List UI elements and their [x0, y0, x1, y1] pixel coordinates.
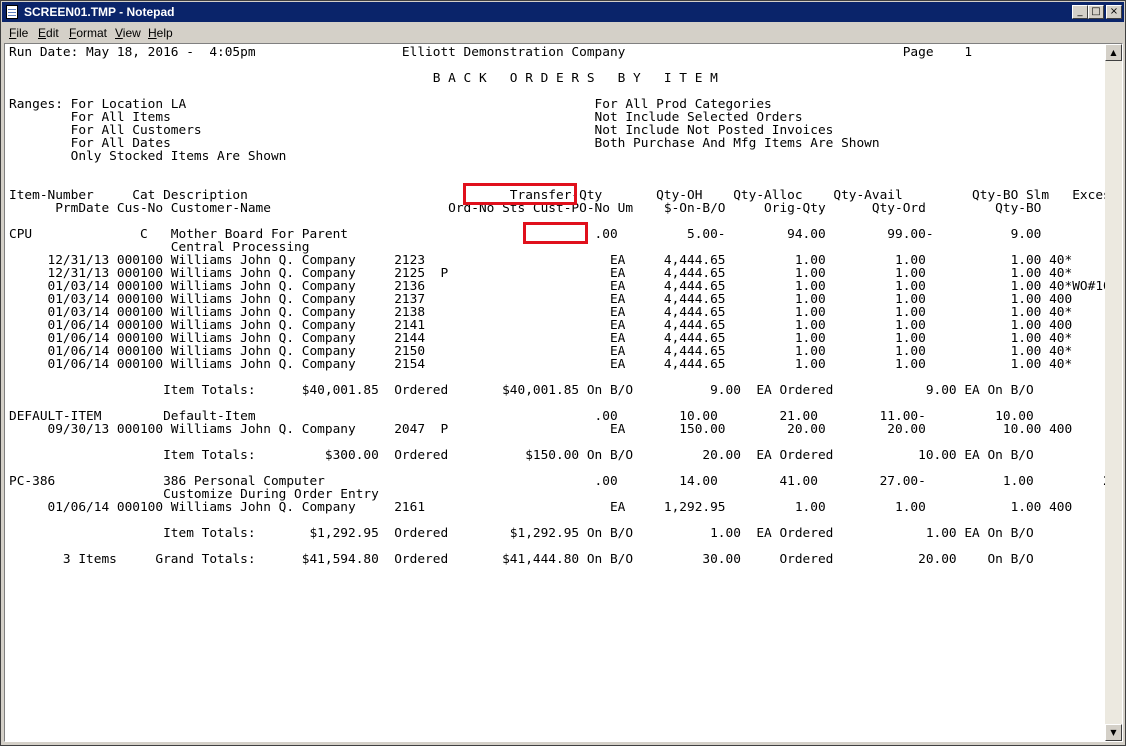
close-button[interactable]: ×	[1106, 5, 1122, 19]
title-bar[interactable]: SCREEN01.TMP - Notepad _ □ ×	[2, 2, 1124, 22]
scroll-down-arrow-icon[interactable]: ▼	[1105, 724, 1122, 741]
menu-file[interactable]: File	[9, 26, 28, 40]
scroll-up-arrow-icon[interactable]: ▲	[1105, 44, 1122, 61]
document-text: Run Date: May 18, 2016 - 4:05pm Elliott …	[9, 45, 1105, 567]
editor-client: Run Date: May 18, 2016 - 4:05pm Elliott …	[4, 43, 1123, 742]
vertical-scrollbar[interactable]: ▲ ▼	[1105, 44, 1122, 741]
minimize-button[interactable]: _	[1072, 5, 1088, 19]
maximize-button[interactable]: □	[1088, 5, 1104, 19]
notepad-window: SCREEN01.TMP - Notepad _ □ × File Edit F…	[0, 0, 1126, 746]
menu-bar: File Edit Format View Help	[2, 23, 1124, 43]
menu-edit[interactable]: Edit	[38, 26, 59, 40]
highlight-transfer-qty-value	[523, 222, 588, 244]
menu-help[interactable]: Help	[148, 26, 173, 40]
menu-view[interactable]: View	[115, 26, 141, 40]
text-editor[interactable]: Run Date: May 18, 2016 - 4:05pm Elliott …	[5, 44, 1105, 741]
window-title: SCREEN01.TMP - Notepad	[24, 5, 175, 19]
notepad-app-icon[interactable]	[6, 5, 18, 19]
highlight-transfer-qty-header	[463, 183, 577, 205]
menu-format[interactable]: Format	[69, 26, 107, 40]
